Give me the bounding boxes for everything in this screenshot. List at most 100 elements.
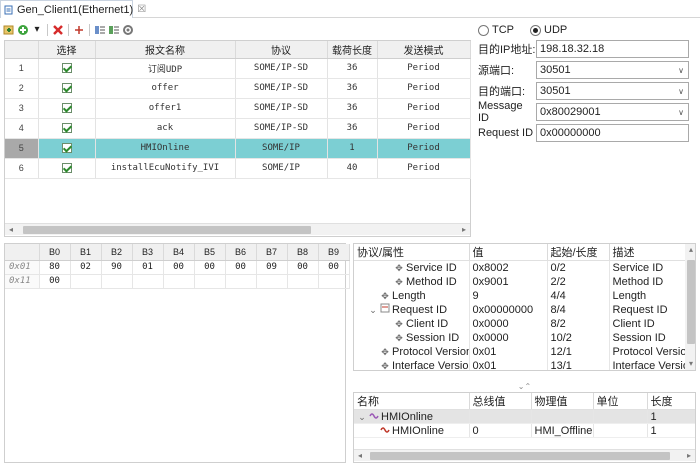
column-header-index[interactable] — [5, 41, 39, 59]
column-header-length[interactable]: 长度 — [647, 393, 695, 410]
chevron-down-icon[interactable]: ∨ — [674, 87, 688, 96]
column-header-value[interactable]: 值 — [469, 244, 548, 261]
byte-cell[interactable]: 80 — [39, 260, 71, 275]
property-row[interactable]: ✥ Method ID 0x9001 2/2 Method ID — [354, 274, 686, 289]
byte-cell[interactable]: 00 — [287, 260, 319, 275]
byte-cell[interactable]: 09 — [256, 260, 288, 275]
add-icon[interactable] — [3, 24, 15, 36]
scroll-down-icon[interactable]: ▾ — [689, 358, 693, 370]
properties-vscrollbar[interactable]: ▴ ▾ — [685, 244, 695, 370]
property-row[interactable]: ✥ Length 9 4/4 Length — [354, 288, 686, 303]
column-header-description[interactable]: 描述 — [609, 244, 686, 261]
byte-cell[interactable] — [225, 274, 257, 289]
byte-cell[interactable]: 01 — [132, 260, 164, 275]
byte-cell[interactable] — [101, 274, 133, 289]
message-table-hscrollbar[interactable]: ◂ ▸ — [5, 223, 470, 235]
byte-cell[interactable] — [318, 274, 350, 289]
close-icon[interactable]: ☒ — [137, 4, 146, 15]
property-row[interactable]: ✥ Session ID 0x0000 10/2 Session ID — [354, 330, 686, 345]
chevron-down-icon[interactable]: ⌄ — [368, 305, 378, 316]
select-checkbox[interactable] — [61, 142, 72, 153]
signal-hscrollbar[interactable]: ◂ ▸ — [354, 449, 695, 461]
settings-icon[interactable] — [122, 24, 134, 36]
scroll-right-icon[interactable]: ▸ — [458, 225, 470, 234]
select-checkbox[interactable] — [61, 162, 72, 173]
column-header-bus-value[interactable]: 总线值 — [469, 393, 532, 410]
signal-row[interactable]: HMIOnline 0 HMI_Offline 1 — [354, 423, 695, 438]
byte-cell[interactable]: 00 — [163, 260, 195, 275]
column-header-name[interactable]: 名称 — [354, 393, 470, 410]
property-row[interactable]: ⌄ Request ID 0x00000000 8/4 Request ID — [354, 302, 686, 317]
message-row-selected[interactable]: 5 HMIOnline SOME/IP 1 Period — [5, 138, 471, 159]
scroll-thumb[interactable] — [687, 260, 695, 344]
chevron-down-icon[interactable]: ∨ — [674, 66, 688, 75]
move-field-icon: ✥ — [381, 346, 389, 357]
dest-port-combo[interactable]: 30501 ∨ — [536, 82, 689, 100]
list-up-icon[interactable] — [94, 24, 106, 36]
column-header-mode[interactable]: 发送模式 — [377, 41, 471, 59]
chevron-down-icon[interactable]: ∨ — [674, 108, 688, 117]
dest-ip-input[interactable]: 198.18.32.18 — [536, 40, 689, 58]
column-header-protocol[interactable]: 协议 — [235, 41, 328, 59]
byte-cell[interactable] — [70, 274, 102, 289]
scroll-left-icon[interactable]: ◂ — [5, 225, 17, 234]
message-row[interactable]: 1 订阅UDP SOME/IP-SD 36 Period — [5, 58, 471, 79]
property-row[interactable]: ✥ Service ID 0x8002 0/2 Service ID — [354, 260, 686, 275]
message-row[interactable]: 3 offer1 SOME/IP-SD 36 Period — [5, 98, 471, 119]
tab-gen-client1[interactable]: Gen_Client1(Ethernet1) ☒ — [0, 0, 146, 18]
src-port-combo[interactable]: 30501 ∨ — [536, 61, 689, 79]
byte-cell[interactable]: 00 — [194, 260, 226, 275]
scroll-right-icon[interactable]: ▸ — [683, 451, 695, 460]
property-row[interactable]: ✥ Interface Version 0x01 13/1 Interface V… — [354, 358, 686, 370]
scroll-up-icon[interactable]: ▴ — [689, 244, 693, 256]
delete-icon[interactable] — [52, 24, 64, 36]
byte-cell[interactable]: 90 — [101, 260, 133, 275]
message-row[interactable]: 6 installEcuNotify_IVI SOME/IP 40 Period — [5, 158, 471, 179]
list-down-icon[interactable] — [108, 24, 120, 36]
byte-cell[interactable]: 00 — [39, 274, 71, 289]
udp-radio-button[interactable] — [530, 24, 541, 36]
column-header-attribute[interactable]: 协议/属性 — [354, 244, 470, 261]
column-header-physical-value[interactable]: 物理值 — [531, 393, 594, 410]
property-row[interactable]: ✥ Protocol Version 0x01 12/1 Protocol Ver… — [354, 344, 686, 359]
chevron-down-icon[interactable]: ⌄ — [357, 412, 367, 423]
signal-physical-value[interactable]: HMI_Offline — [531, 423, 594, 438]
signal-group-row[interactable]: ⌄ HMIOnline 1 — [354, 409, 695, 424]
byte-cell[interactable] — [256, 274, 288, 289]
column-header-select[interactable]: 选择 — [38, 41, 96, 59]
property-row[interactable]: ✥ Client ID 0x0000 8/2 Client ID — [354, 316, 686, 331]
message-row[interactable]: 2 offer SOME/IP-SD 36 Period — [5, 78, 471, 99]
scroll-thumb[interactable] — [370, 451, 670, 460]
byte-cell[interactable] — [163, 274, 195, 289]
select-checkbox[interactable] — [61, 62, 72, 73]
column-header-unit[interactable]: 单位 — [593, 393, 648, 410]
byte-cell[interactable] — [194, 274, 226, 289]
select-checkbox[interactable] — [61, 122, 72, 133]
add-row-icon[interactable] — [73, 24, 85, 36]
signal-bus-value[interactable]: 0 — [469, 423, 532, 438]
udp-radio[interactable]: UDP — [530, 24, 567, 36]
byte-cell[interactable]: 02 — [70, 260, 102, 275]
scroll-thumb[interactable] — [23, 225, 311, 234]
byte-cell[interactable]: 00 — [318, 260, 350, 275]
message-id-combo[interactable]: 0x80029001 ∨ — [536, 103, 689, 121]
dest-port-row: 目的端口: 30501 ∨ — [478, 81, 696, 101]
dropdown-arrow-icon[interactable]: ▾ — [31, 24, 43, 36]
select-checkbox[interactable] — [61, 82, 72, 93]
splitter-handle-icon[interactable]: ⌄⌃ — [518, 382, 531, 391]
request-id-input[interactable]: 0x00000000 — [536, 124, 689, 142]
byte-cell[interactable] — [287, 274, 319, 289]
byte-cell[interactable] — [132, 274, 164, 289]
tcp-radio[interactable]: TCP — [478, 24, 514, 36]
add-green-icon[interactable] — [17, 24, 29, 36]
panel-splitter[interactable]: ⌄⌃ — [353, 382, 696, 391]
tcp-radio-button[interactable] — [478, 24, 489, 36]
message-row[interactable]: 4 ack SOME/IP-SD 36 Period — [5, 118, 471, 139]
column-header-length[interactable]: 载荷长度 — [327, 41, 378, 59]
column-header-name[interactable]: 报文名称 — [95, 41, 236, 59]
scroll-left-icon[interactable]: ◂ — [354, 451, 366, 460]
byte-cell[interactable]: 00 — [225, 260, 257, 275]
message-mode: Period — [377, 78, 471, 99]
column-header-start-length[interactable]: 起始/长度 — [547, 244, 610, 261]
select-checkbox[interactable] — [61, 102, 72, 113]
